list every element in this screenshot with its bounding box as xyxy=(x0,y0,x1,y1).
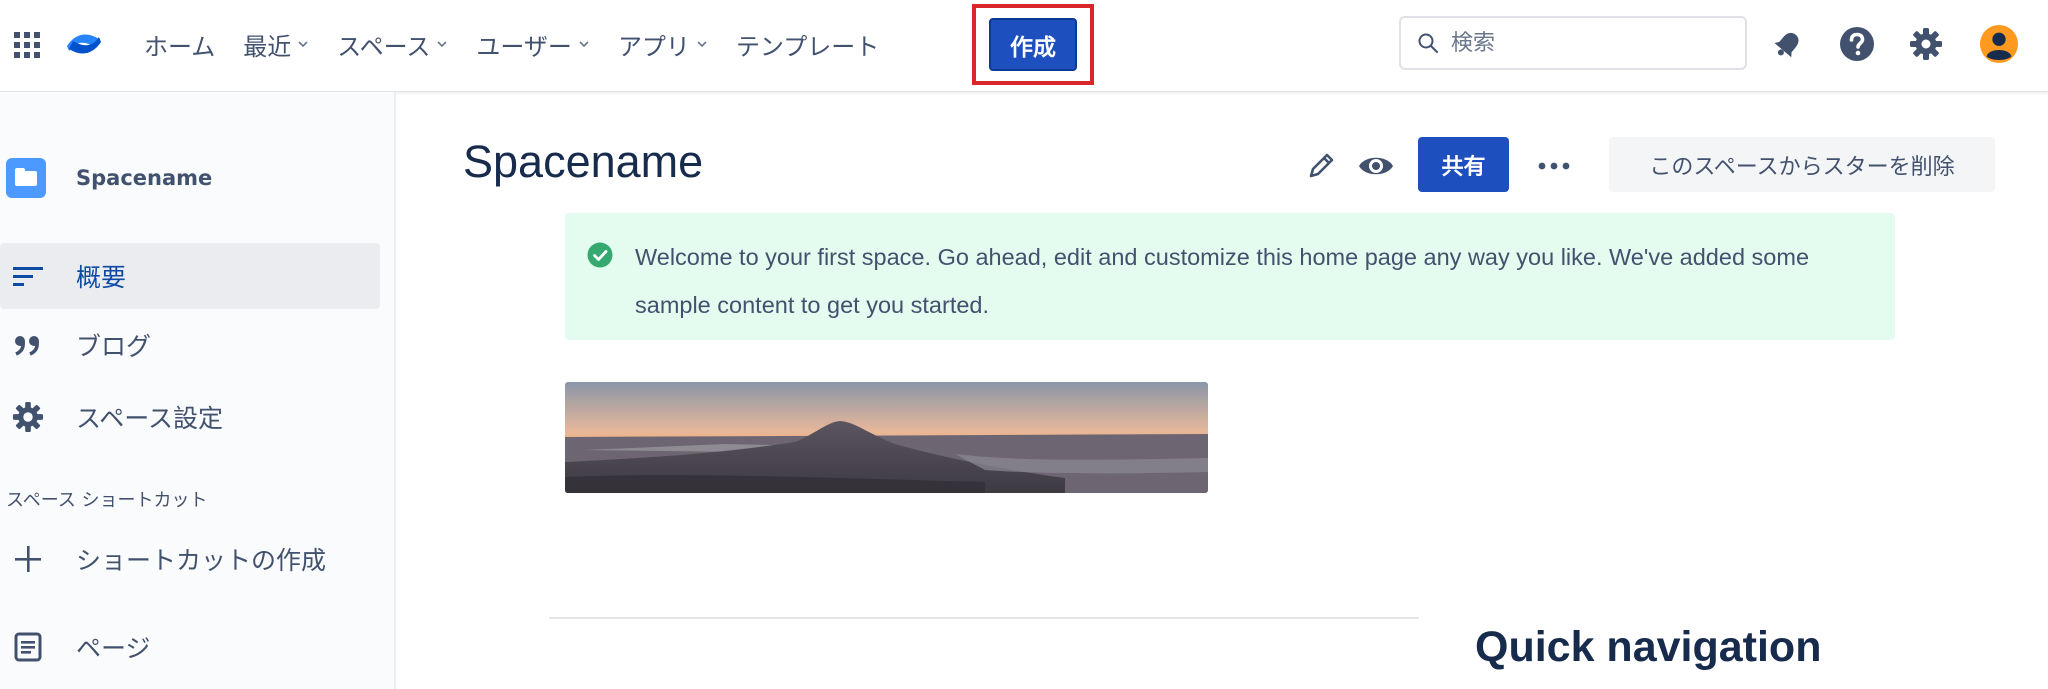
search-input[interactable] xyxy=(1451,30,1731,56)
sidebar-item-space-settings[interactable]: スペース設定 xyxy=(0,384,380,450)
nav-home[interactable]: ホーム xyxy=(130,22,229,66)
banner-image xyxy=(565,382,1208,493)
unstar-space-button[interactable]: このスペースからスターを削除 xyxy=(1609,137,1995,192)
app-switcher-icon[interactable] xyxy=(12,30,42,60)
welcome-panel: Welcome to your first space. Go ahead, e… xyxy=(565,213,1895,340)
share-button[interactable]: 共有 xyxy=(1418,137,1509,192)
add-shortcut-button[interactable]: ショートカットの作成 xyxy=(0,526,380,592)
sidebar-item-label: ページ xyxy=(76,634,151,663)
confluence-logo[interactable] xyxy=(66,26,102,62)
success-check-icon xyxy=(587,242,613,268)
top-navigation: ホーム 最近 スペース ユーザー アプリ テンプレート 作成 xyxy=(0,0,2048,92)
sidebar-item-label: 概要 xyxy=(76,263,127,292)
gear-icon xyxy=(10,399,46,435)
sidebar-item-pages[interactable]: ページ xyxy=(0,614,380,680)
nav-templates-label: テンプレート xyxy=(735,32,880,61)
notifications-icon[interactable] xyxy=(1768,24,1808,64)
nav-apps[interactable]: アプリ xyxy=(604,22,722,66)
folder-icon xyxy=(6,158,46,198)
chevron-down-icon xyxy=(579,41,589,48)
sidebar-item-label: ショートカットの作成 xyxy=(76,546,327,575)
quick-navigation-heading: Quick navigation xyxy=(1475,623,1822,671)
plus-icon xyxy=(10,541,46,577)
quote-icon xyxy=(10,327,46,363)
nav-people[interactable]: ユーザー xyxy=(462,22,604,66)
page-title: Spacename xyxy=(463,136,704,187)
space-sidebar: Spacename 概要 ブログ スペース設定 スペース ショートカット ショー… xyxy=(0,92,396,689)
nav-people-label: ユーザー xyxy=(476,32,572,61)
space-name: Spacename xyxy=(76,166,213,190)
space-header[interactable]: Spacename xyxy=(6,158,212,198)
welcome-message: Welcome to your first space. Go ahead, e… xyxy=(635,244,1810,318)
nav-apps-label: アプリ xyxy=(617,32,690,61)
user-avatar[interactable] xyxy=(1979,24,2019,64)
page-icon xyxy=(10,629,46,665)
watch-eye-icon[interactable] xyxy=(1356,146,1396,186)
edit-pencil-icon[interactable] xyxy=(1301,146,1341,186)
shortcuts-heading: スペース ショートカット xyxy=(6,490,208,511)
chevron-down-icon xyxy=(437,41,447,48)
more-actions-icon[interactable] xyxy=(1534,146,1574,186)
sidebar-item-label: スペース設定 xyxy=(76,404,224,433)
sidebar-item-overview[interactable]: 概要 xyxy=(0,243,380,309)
sidebar-item-blog[interactable]: ブログ xyxy=(0,312,380,378)
primary-nav: ホーム 最近 スペース ユーザー アプリ テンプレート xyxy=(130,22,893,66)
chevron-down-icon xyxy=(298,41,308,48)
content-divider xyxy=(549,617,1419,619)
nav-recent[interactable]: 最近 xyxy=(229,22,323,66)
sidebar-item-label: ブログ xyxy=(76,332,152,361)
overview-icon xyxy=(10,258,46,294)
create-button-highlight: 作成 xyxy=(972,4,1094,85)
nav-spaces[interactable]: スペース xyxy=(323,22,462,66)
search-icon xyxy=(1418,33,1438,53)
create-button[interactable]: 作成 xyxy=(989,18,1077,71)
chevron-down-icon xyxy=(697,41,707,48)
nav-templates[interactable]: テンプレート xyxy=(722,22,893,66)
nav-spaces-label: スペース xyxy=(337,32,431,61)
settings-icon[interactable] xyxy=(1906,24,1946,64)
nav-recent-label: 最近 xyxy=(243,32,292,61)
nav-home-label: ホーム xyxy=(144,32,216,61)
help-icon[interactable] xyxy=(1837,24,1877,64)
search-box[interactable] xyxy=(1399,16,1747,70)
